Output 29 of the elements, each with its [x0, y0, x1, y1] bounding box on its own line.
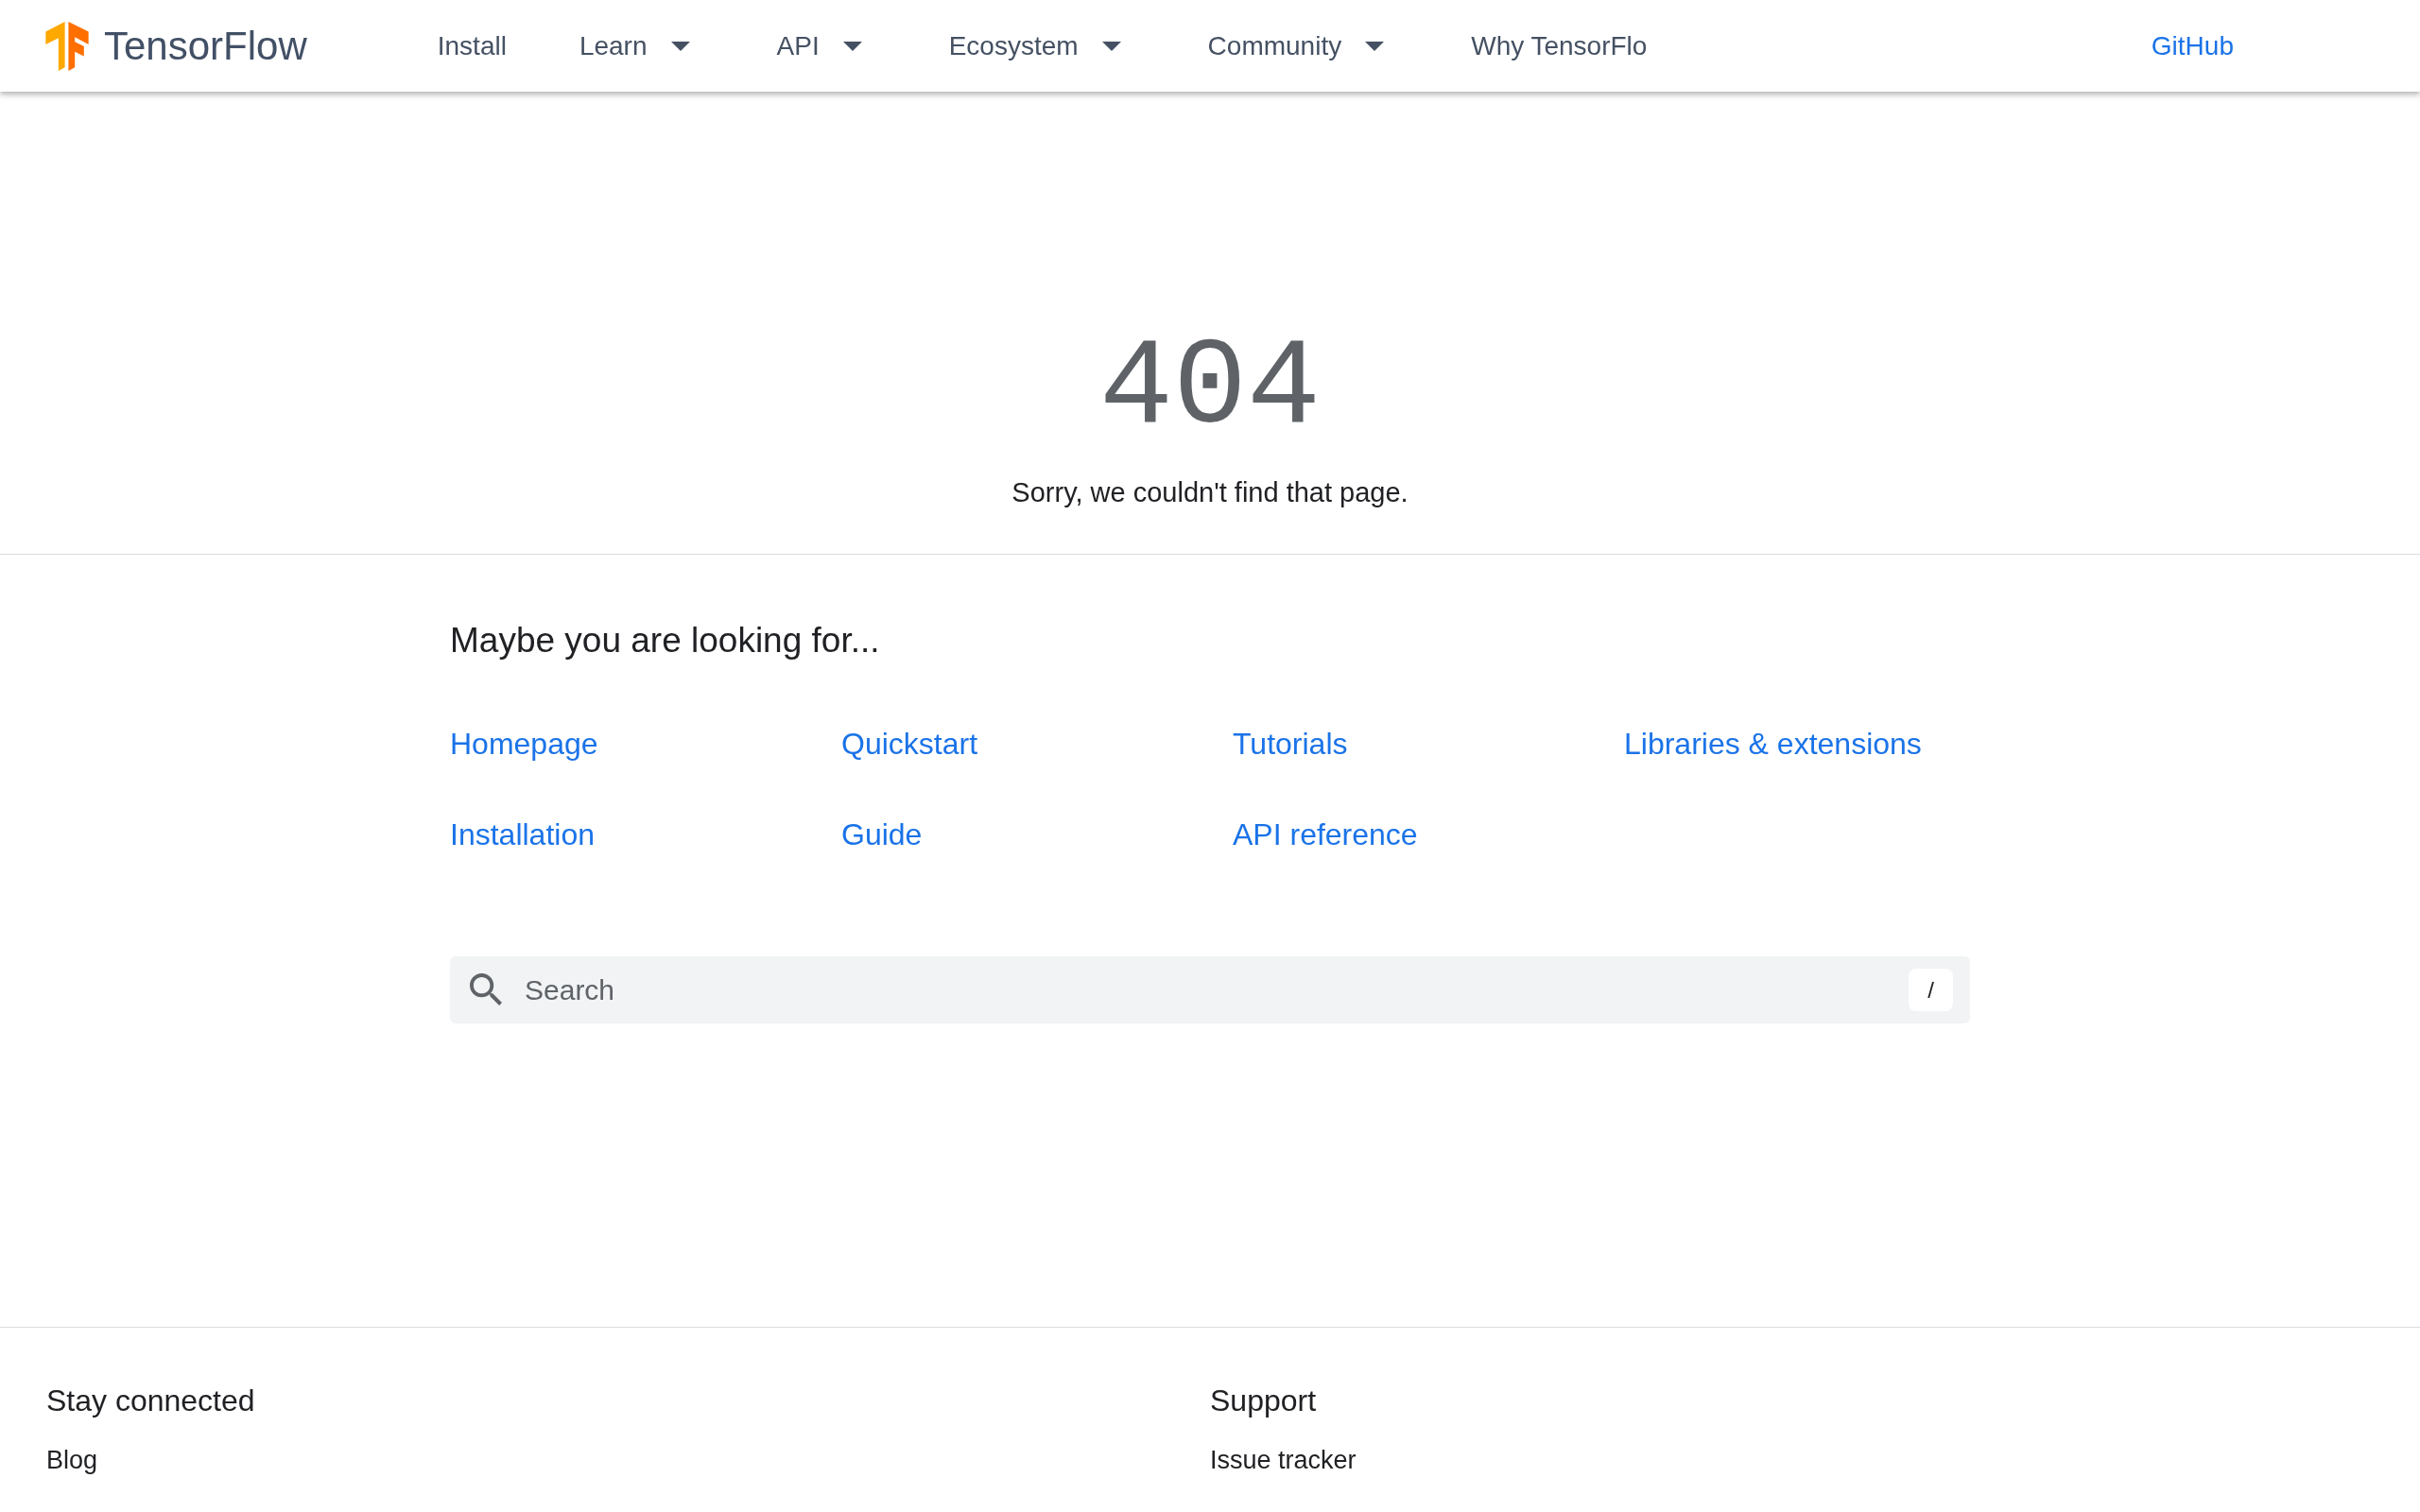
- caret-icon: [1101, 41, 1121, 51]
- footer-link[interactable]: Issue tracker: [1210, 1443, 1357, 1477]
- logo-icon: [44, 21, 90, 71]
- error-message: Sorry, we couldn't find that page.: [1011, 476, 1409, 508]
- suggestion-link[interactable]: Guide: [841, 816, 923, 853]
- nav-dropdown-button[interactable]: Learn: [579, 26, 690, 66]
- suggestion-link[interactable]: Quickstart: [841, 725, 978, 763]
- github-link[interactable]: GitHub: [2151, 26, 2234, 66]
- suggestion-link[interactable]: Homepage: [450, 725, 598, 763]
- footer-heading: Stay connected: [46, 1383, 255, 1419]
- suggestion-link[interactable]: Libraries & extensions: [1624, 725, 1922, 763]
- nav-link[interactable]: Install: [437, 26, 507, 66]
- nav-dropdown-button[interactable]: Community: [1207, 26, 1385, 66]
- suggestions-heading: Maybe you are looking for...: [450, 620, 881, 662]
- suggestion-link[interactable]: API reference: [1233, 816, 1418, 853]
- nav-dropdown-button[interactable]: Ecosystem: [948, 26, 1121, 66]
- nav-dropdown-button[interactable]: API: [776, 26, 862, 66]
- caret-icon: [1365, 41, 1385, 51]
- home-logo-link[interactable]: TensorFlow: [44, 16, 307, 76]
- nav-link[interactable]: Why TensorFlo: [1471, 26, 1648, 66]
- caret-icon: [670, 41, 690, 51]
- search-icon: [470, 973, 502, 1005]
- suggestion-link[interactable]: Installation: [450, 816, 595, 853]
- suggestion-link[interactable]: Tutorials: [1233, 725, 1348, 763]
- footer-heading: Support: [1210, 1383, 1317, 1419]
- footer-link[interactable]: Blog: [46, 1443, 98, 1477]
- keyboard-shortcut-hint: /: [1909, 969, 1953, 1011]
- error-code: 404: [1098, 328, 1321, 451]
- caret-icon: [842, 41, 862, 51]
